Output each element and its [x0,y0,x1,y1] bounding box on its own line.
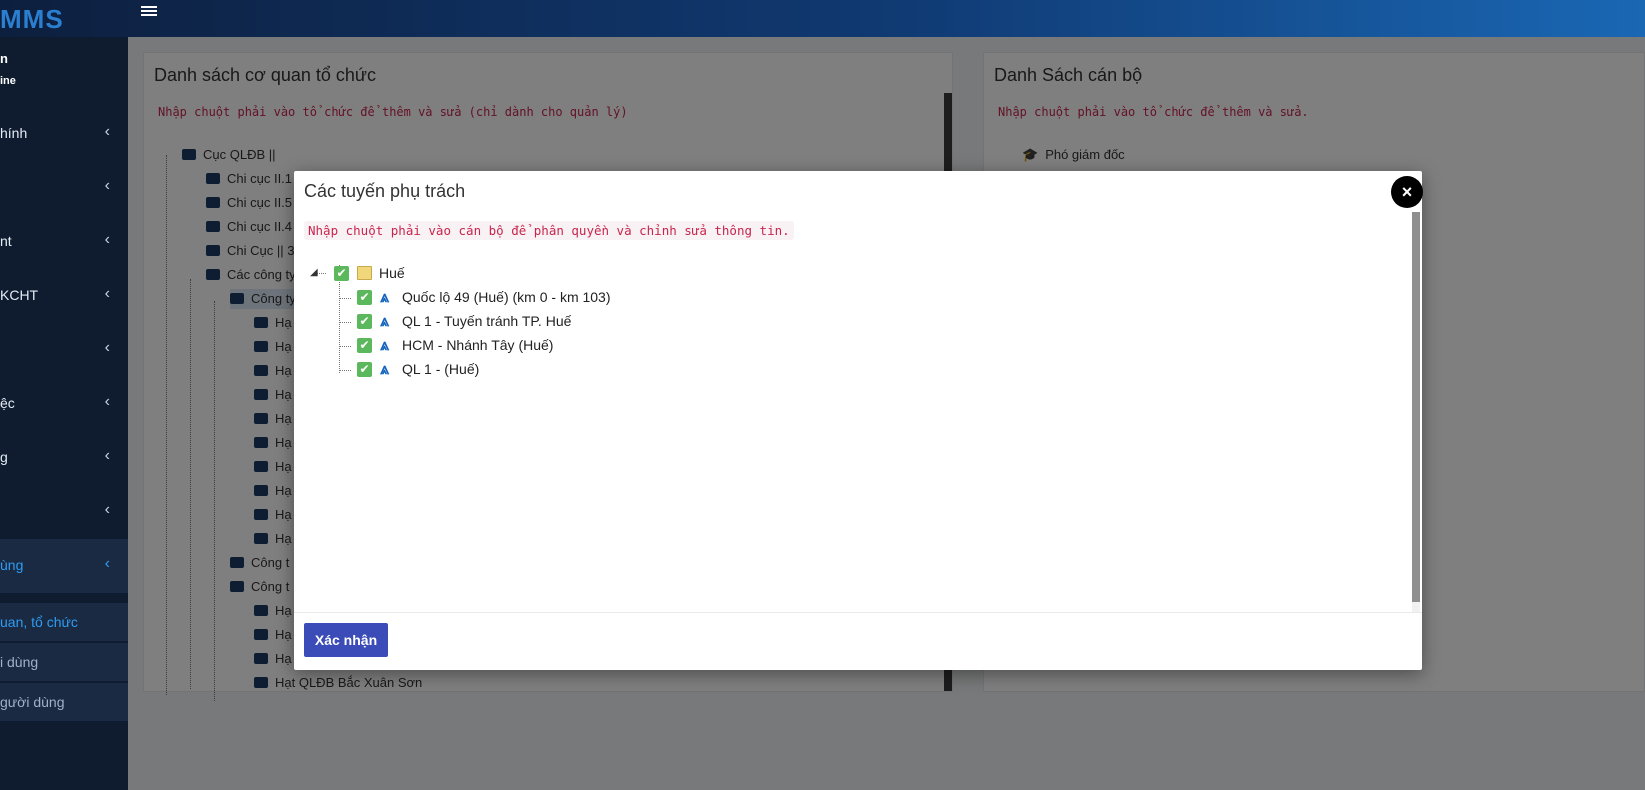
road-icon: ⩓ [380,359,390,379]
sidebar-item-6[interactable]: ệc ‹ [0,377,128,431]
sidebar-item-1[interactable]: hính ‹ [0,107,128,161]
folder-icon [357,266,372,281]
sidebar-item-label: nt [0,233,12,249]
sidebar-item-label: KCHT [0,287,39,303]
chevron-left-icon: ‹ [104,177,110,194]
checkbox-checked-icon[interactable]: ✔ [357,361,372,377]
sidebar-item-users[interactable]: ùng ‹ [0,539,128,593]
modal-scrollbar-thumb[interactable] [1412,212,1420,602]
modal-hint: Nhập chuột phải vào cán bộ để phân quyền… [304,221,794,240]
routes-modal: Các tuyến phụ trách × Nhập chuột phải và… [294,171,1423,670]
chevron-left-icon: ‹ [104,393,110,410]
road-icon: ⩓ [380,311,390,331]
route-item[interactable]: ✔ ⩓ HCM - Nhánh Tây (Huế) [357,334,553,356]
tree-connector [339,370,351,371]
route-item[interactable]: ✔ ⩓ Quốc lộ 49 (Huế) (km 0 - km 103) [357,286,611,308]
app-logo[interactable]: MMS [0,4,64,35]
sidebar-subitem-label: gười dùng [0,694,65,710]
sidebar-item-7[interactable]: g ‹ [0,431,128,485]
hamburger-menu-icon[interactable] [141,4,157,18]
divider [294,612,1422,613]
tree-connector [339,346,351,347]
sidebar-item-5[interactable]: ‹ [0,323,128,377]
sidebar-subitem-label: i dùng [0,654,39,670]
chevron-left-icon: ‹ [104,339,110,356]
modal-title: Các tuyến phụ trách [304,181,466,201]
sidebar: n ine hính ‹ ‹ nt ‹ KCHT ‹ ‹ ệc ‹ g ‹ ‹ … [0,37,128,790]
sidebar-item-8[interactable]: ‹ [0,485,128,539]
checkbox-checked-icon[interactable]: ✔ [357,337,372,353]
route-item[interactable]: ✔ ⩓ QL 1 - (Huế) [357,358,479,380]
sidebar-item-4[interactable]: KCHT ‹ [0,269,128,323]
chevron-left-icon: ‹ [104,285,110,302]
checkbox-checked-icon[interactable]: ✔ [357,313,372,329]
tree-connector [339,298,351,299]
sidebar-item-label: ệc [0,395,15,411]
close-icon[interactable]: × [1391,176,1423,208]
chevron-left-icon: ‹ [104,123,110,140]
user-status: ine [0,75,16,87]
chevron-left-icon: ‹ [104,231,110,248]
sidebar-item-label: ùng [0,557,24,573]
checkbox-checked-icon[interactable]: ✔ [334,265,349,281]
sidebar-item-3[interactable]: nt ‹ [0,215,128,269]
road-icon: ⩓ [380,335,390,355]
user-name: n [0,51,8,66]
top-navbar: MMS [0,0,1645,37]
sidebar-item-label: hính [0,125,28,141]
chevron-left-icon: ‹ [104,501,110,518]
tree-node-root[interactable]: ✔ Huế [334,262,405,284]
chevron-left-icon: ‹ [104,555,110,572]
sidebar-item-label: g [0,449,8,465]
tree-toggle-icon[interactable]: ◢ [310,267,318,278]
sidebar-subitem-label: uan, tổ chức [0,614,78,630]
sidebar-item-2[interactable]: ‹ [0,161,128,215]
tree-connector [339,322,351,323]
sidebar-subitem-organizations[interactable]: uan, tổ chức [0,603,128,641]
sidebar-subitem-user-groups[interactable]: gười dùng [0,683,128,721]
sidebar-subitem-users[interactable]: i dùng [0,643,128,681]
route-item[interactable]: ✔ ⩓ QL 1 - Tuyến tránh TP. Huế [357,310,571,332]
road-icon: ⩓ [380,287,390,307]
checkbox-checked-icon[interactable]: ✔ [357,289,372,305]
confirm-button[interactable]: Xác nhận [304,623,388,657]
chevron-left-icon: ‹ [104,447,110,464]
